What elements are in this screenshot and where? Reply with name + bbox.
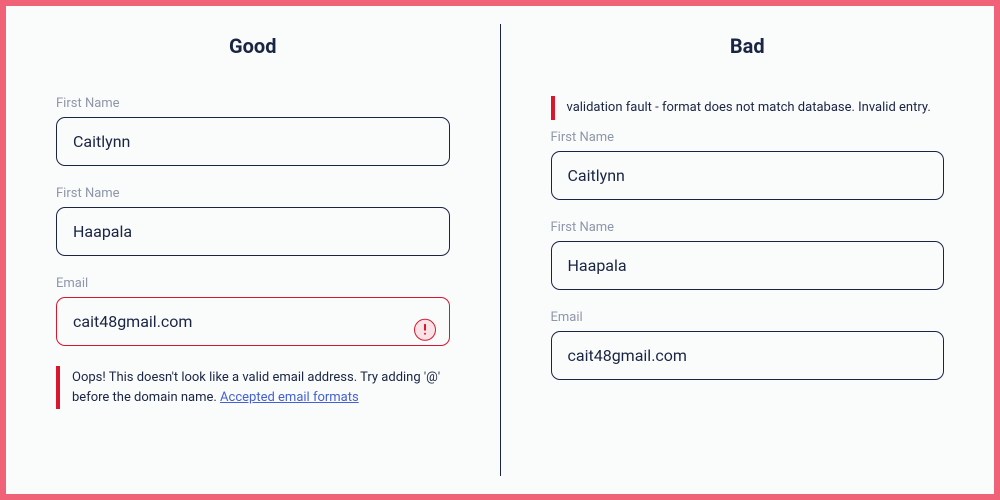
bad-panel: Bad validation fault - format does not m… [501,24,995,476]
first-name-label: First Name [56,96,450,111]
first-name-input[interactable] [551,151,945,200]
email-input[interactable] [551,331,945,380]
good-panel: Good First Name First Name Email Oops! T… [6,24,501,476]
last-name-label: First Name [551,220,945,235]
last-name-input[interactable] [56,207,450,256]
error-icon [414,318,436,340]
accepted-formats-link[interactable]: Accepted email formats [220,390,359,405]
first-name-input[interactable] [56,117,450,166]
bad-title: Bad [551,34,945,58]
good-title: Good [56,34,450,58]
last-name-input[interactable] [551,241,945,290]
good-error-message: Oops! This doesn't look like a valid ema… [56,366,450,409]
last-name-label: First Name [56,186,450,201]
email-input[interactable] [56,297,450,346]
email-label: Email [56,276,450,291]
email-input-wrap [56,297,450,366]
first-name-label: First Name [551,130,945,145]
bad-error-message: validation fault - format does not match… [551,96,945,120]
email-label: Email [551,310,945,325]
